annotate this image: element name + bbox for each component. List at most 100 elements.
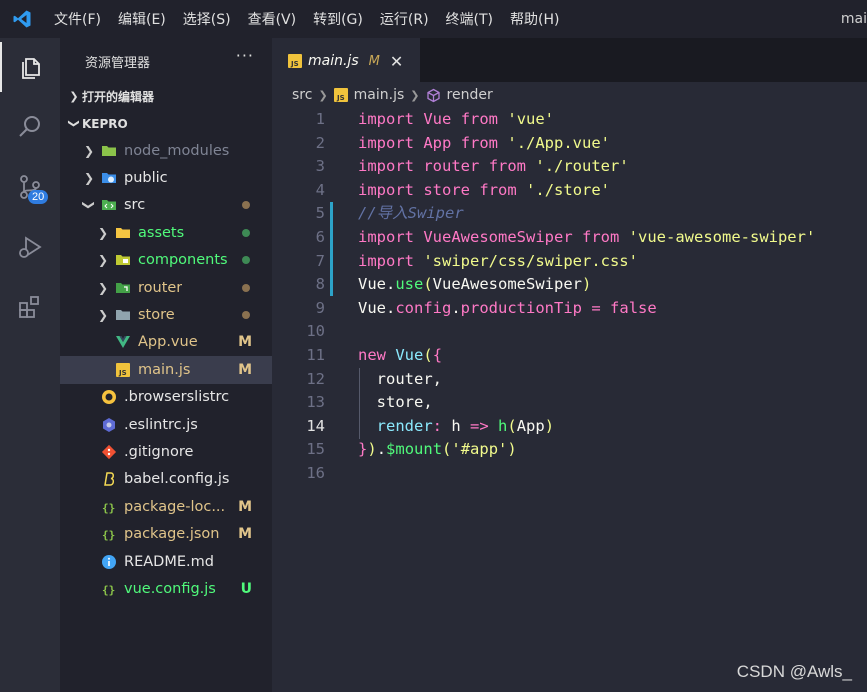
menu-item[interactable]: 帮助(H) — [510, 9, 559, 29]
tree-file[interactable]: .eslintrc.js — [60, 411, 272, 438]
code-line[interactable]: 1 import Vue from 'vue' — [272, 108, 867, 132]
tree-item-label: node_modules — [124, 142, 230, 159]
chevron-right-icon: ❯ — [83, 143, 95, 158]
chevron-down-icon: ❯ — [67, 118, 81, 129]
menu-item[interactable]: 文件(F) — [54, 9, 101, 29]
tree-folder[interactable]: ❯ assets — [60, 219, 272, 246]
browserslist-file-icon — [100, 388, 118, 406]
menu-item[interactable]: 转到(G) — [313, 9, 363, 29]
code-line[interactable]: 14 render: h => h(App) — [272, 415, 867, 439]
git-status-badge: M — [238, 498, 252, 515]
tree-file[interactable]: babel.config.js — [60, 466, 272, 493]
code-line[interactable]: 3 import router from './router' — [272, 155, 867, 179]
code-token: 'swiper/css/swiper.css' — [423, 251, 638, 270]
tree-folder[interactable]: ❯ store — [60, 301, 272, 328]
code-content: new Vue({ — [358, 344, 442, 368]
code-line[interactable]: 4 import store from './store' — [272, 179, 867, 203]
breadcrumb-folder[interactable]: src — [292, 87, 312, 103]
tree-file[interactable]: App.vue M — [60, 329, 272, 356]
code-content: import 'swiper/css/swiper.css' — [358, 250, 638, 274]
menu-item[interactable]: 编辑(E) — [118, 9, 166, 29]
tree-file[interactable]: {} vue.config.js U — [60, 575, 272, 602]
menu-item[interactable]: 运行(R) — [380, 9, 429, 29]
code-line[interactable]: 9 Vue.config.productionTip = false — [272, 297, 867, 321]
chevron-right-icon: ❯ — [97, 253, 109, 268]
menu-item[interactable]: 查看(V) — [248, 9, 297, 29]
tree-folder[interactable]: ❯ public — [60, 164, 272, 191]
code-token: ) — [367, 440, 377, 459]
code-token: store — [423, 180, 471, 199]
code-token: import — [358, 228, 414, 246]
tree-folder[interactable]: ❯ router — [60, 274, 272, 301]
open-editors-label: 打开的编辑器 — [82, 90, 155, 104]
tree-file[interactable]: README.md — [60, 548, 272, 575]
code-editor[interactable]: 1 import Vue from 'vue' 2 import App from '… — [272, 108, 867, 692]
tree-item-label: router — [138, 279, 183, 296]
menubar: 文件(F) 编辑(E) 选择(S) 查看(V) 转到(G) 运行(R) 终端(T) 帮助(H)… — [0, 0, 867, 38]
search-icon[interactable] — [0, 102, 60, 152]
code-line[interactable]: 16 — [272, 462, 867, 486]
code-token: config — [395, 298, 452, 317]
code-line[interactable]: 10 — [272, 320, 867, 344]
eslint-file-icon — [100, 416, 118, 434]
code-line[interactable]: 7 import 'swiper/css/swiper.css' — [272, 250, 867, 274]
run-debug-icon[interactable] — [0, 222, 60, 272]
code-line[interactable]: 13 store, — [272, 391, 867, 415]
code-line[interactable]: 12 router, — [272, 368, 867, 392]
extensions-icon[interactable] — [0, 282, 60, 332]
babel-file-icon — [100, 470, 118, 488]
code-token: render — [376, 416, 433, 435]
code-token: productionTip — [460, 298, 582, 317]
tree-folder[interactable]: ❯ src — [60, 192, 272, 219]
code-line[interactable]: 6 import VueAwesomeSwiper from 'vue-aweso… — [272, 226, 867, 250]
code-token: h — [442, 416, 471, 435]
tree-folder[interactable]: ❯ components — [60, 247, 272, 274]
vue-file-icon — [114, 333, 132, 351]
chevron-right-icon: ❯ — [97, 308, 109, 323]
code-content: render: h => h(App) — [358, 415, 554, 439]
code-line[interactable]: 15}).$mount('#app') — [272, 438, 867, 462]
tree-file[interactable]: {} package.json M — [60, 521, 272, 548]
source-control-icon[interactable]: 20 — [0, 162, 60, 212]
code-token: import — [358, 133, 414, 152]
menu-item[interactable]: 终端(T) — [446, 9, 493, 29]
code-token: . — [376, 440, 387, 459]
tree-item-label: App.vue — [138, 334, 198, 351]
menu-item[interactable]: 选择(S) — [183, 9, 231, 29]
code-token: from — [582, 228, 620, 246]
close-icon[interactable]: ✕ — [390, 52, 403, 71]
breadcrumb-symbol[interactable]: render — [447, 87, 493, 103]
code-content: import Vue from 'vue' — [358, 108, 554, 132]
tree-file[interactable]: .browserslistrc — [60, 384, 272, 411]
vscode-logo-icon — [0, 0, 44, 38]
explorer-icon[interactable] — [0, 42, 60, 92]
code-line[interactable]: 11 new Vue({ — [272, 344, 867, 368]
js-config-file-icon: {} — [100, 580, 118, 598]
code-line[interactable]: 2 import App from './App.vue' — [272, 132, 867, 156]
code-token: App — [516, 416, 545, 435]
code-token: use — [395, 275, 424, 294]
git-status-badge: M — [238, 526, 252, 543]
tree-file[interactable]: JS main.js M — [60, 356, 272, 384]
tree-item-label: .eslintrc.js — [124, 416, 198, 433]
code-token: import — [358, 180, 414, 199]
open-editors-section[interactable]: ❯ 打开的编辑器 — [60, 83, 272, 110]
code-line[interactable]: 5 //导入Swiper — [272, 202, 867, 226]
code-token: import — [358, 157, 414, 176]
explorer-title: 资源管理器 — [85, 56, 151, 71]
tab-main-js[interactable]: JS main.js M ✕ — [272, 38, 420, 83]
code-token: './store' — [526, 180, 611, 199]
breadcrumb-file[interactable]: main.js — [354, 87, 405, 103]
svg-text:{}: {} — [102, 501, 115, 514]
tree-folder[interactable]: ❯ node_modules — [60, 137, 272, 164]
explorer-sidebar: 资源管理器 ··· ❯ 打开的编辑器 ❯ KEPRO ❯ node_modules… — [60, 38, 272, 692]
tree-file[interactable]: {} package-loc... M — [60, 493, 272, 520]
tree-item-label: .browserslistrc — [124, 389, 230, 406]
more-actions-icon[interactable]: ··· — [236, 46, 254, 65]
code-line[interactable]: 8 Vue.use(VueAwesomeSwiper) — [272, 273, 867, 297]
tree-file[interactable]: .gitignore — [60, 438, 272, 465]
project-section[interactable]: ❯ KEPRO — [60, 110, 272, 137]
code-token: App — [423, 133, 452, 152]
